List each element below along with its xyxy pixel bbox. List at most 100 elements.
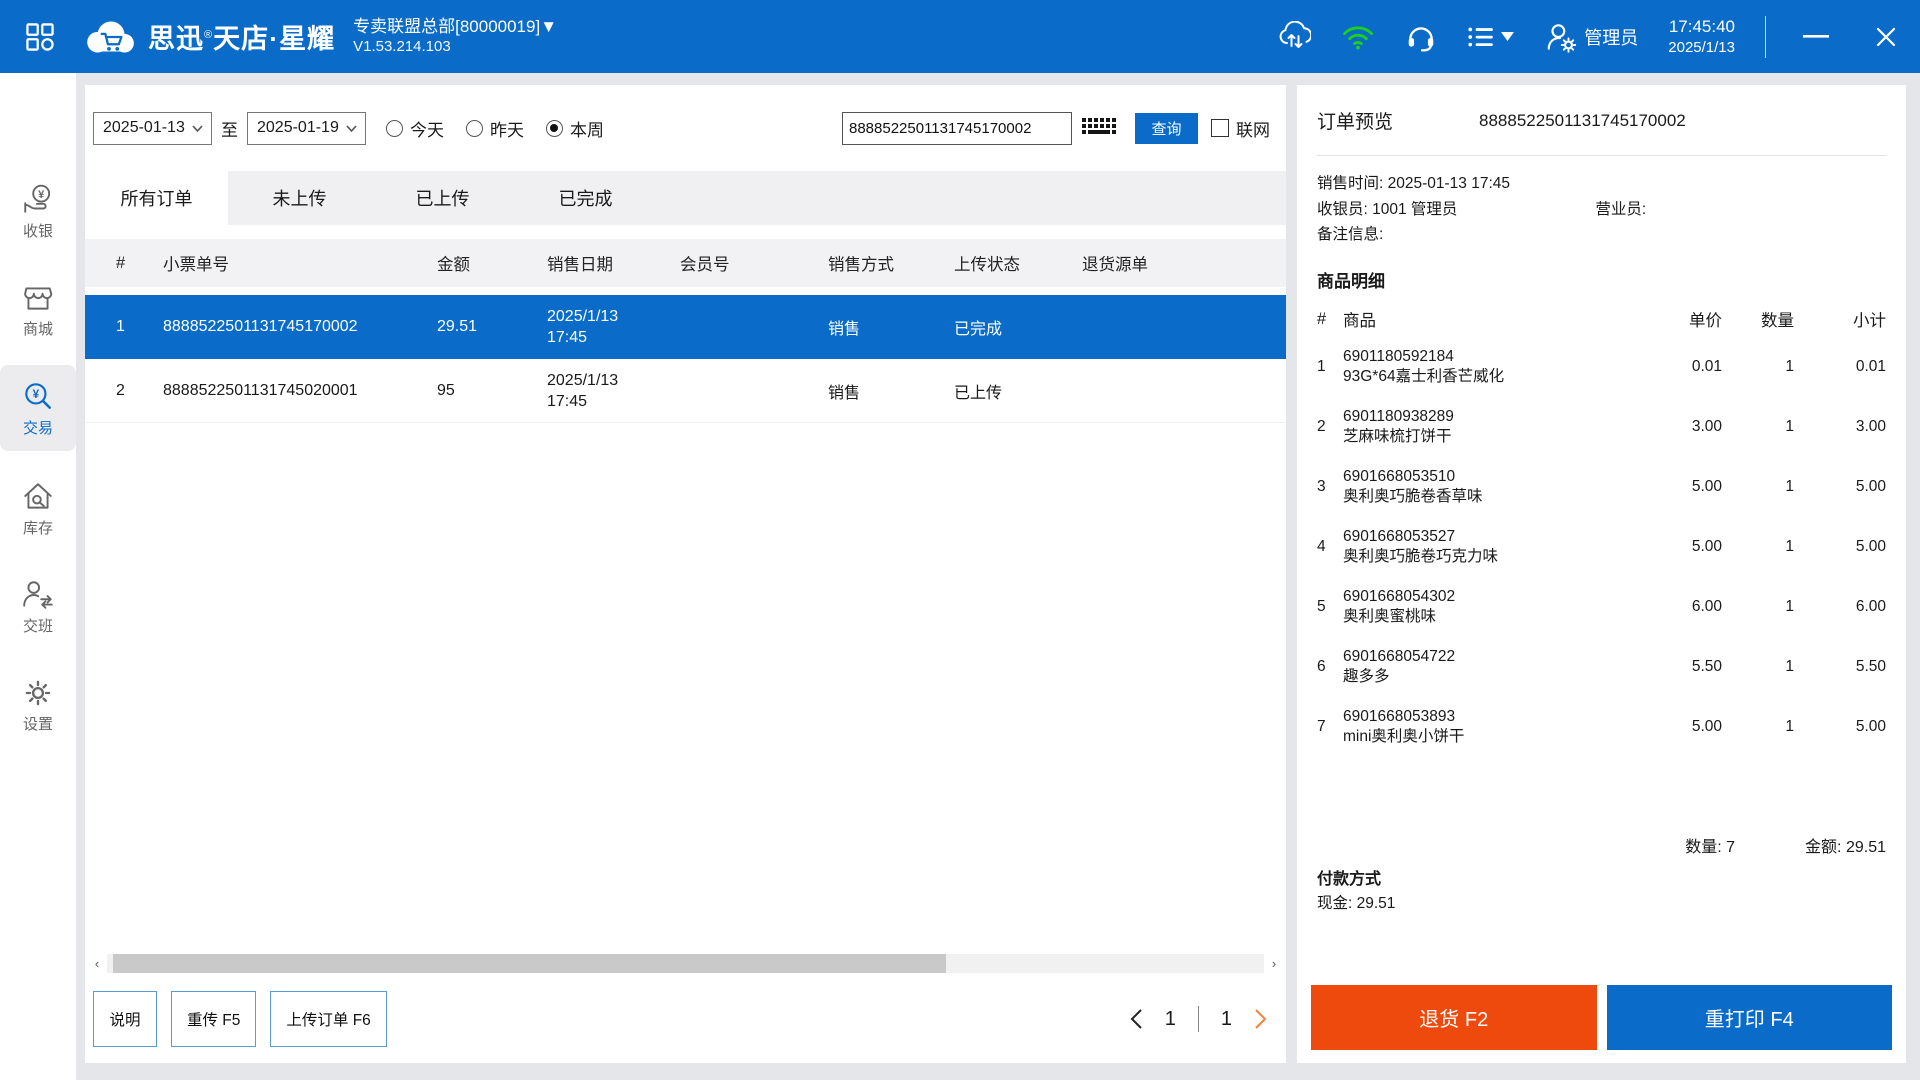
order-row[interactable]: 2 8888522501131745020001 95 2025/1/13 17:… <box>85 359 1286 423</box>
current-user[interactable]: 管理员 <box>1544 21 1638 53</box>
order-amount: 29.51 <box>437 317 478 335</box>
help-button[interactable]: 说明 <box>93 991 157 1047</box>
item-price: 5.00 <box>1691 478 1722 495</box>
scrollbar-track[interactable] <box>107 953 1264 973</box>
current-page: 1 <box>1164 1007 1176 1030</box>
refund-button[interactable]: 退货 F2 <box>1311 985 1597 1050</box>
tab-completed[interactable]: 已完成 <box>514 171 657 225</box>
date-from-select[interactable]: 2025-01-13 <box>93 111 212 145</box>
wifi-status-icon[interactable] <box>1341 23 1375 51</box>
date-to-select[interactable]: 2025-01-19 <box>247 111 366 145</box>
sale-time: 2025-01-13 17:45 <box>1387 175 1511 192</box>
inventory-icon <box>24 483 52 509</box>
item-name: 芝麻味梳打饼干 <box>1343 428 1452 445</box>
brand-cloud-cart-logo <box>82 16 138 58</box>
scroll-left-arrow[interactable]: ‹ <box>91 956 103 971</box>
item-row: 2 6901180938289 芝麻味梳打饼干 3.00 1 3.00 <box>1317 408 1886 445</box>
payment-title: 付款方式 <box>1317 871 1382 888</box>
order-row[interactable]: 1 8888522501131745170002 29.51 2025/1/13… <box>85 295 1286 359</box>
scrollbar-thumb[interactable] <box>112 953 946 973</box>
sidebar-item-mall[interactable]: 商城 <box>0 266 76 352</box>
order-amount: 95 <box>437 381 455 399</box>
checkbox-icon <box>1211 119 1229 137</box>
time-text: 17:45:40 <box>1668 16 1735 36</box>
item-qty: 1 <box>1785 538 1794 555</box>
item-subtotal: 5.00 <box>1855 538 1886 555</box>
order-status-tabs: 所有订单 未上传 已上传 已完成 <box>85 171 1286 225</box>
item-barcode: 6901180938289 <box>1343 408 1454 425</box>
item-row: 4 6901668053527 奥利奥巧脆卷巧克力味 5.00 1 5.00 <box>1317 528 1886 565</box>
item-row: 6 6901668054722 趣多多 5.50 1 5.50 <box>1317 648 1886 685</box>
items-table-header: # 商品 单价 数量 小计 <box>1317 309 1886 331</box>
sidebar-item-backoffice[interactable]: 后台 <box>0 1061 76 1080</box>
orders-panel: 2025-01-13 至 2025-01-19 今天 昨天 本周 查询 联网 所… <box>85 85 1286 1063</box>
tab-uploaded[interactable]: 已上传 <box>371 171 514 225</box>
item-barcode: 6901668054302 <box>1343 588 1456 605</box>
receipt-search-input[interactable] <box>842 111 1072 145</box>
sidebar-item-cashier[interactable]: ¥ 收银 <box>0 168 76 254</box>
online-checkbox[interactable]: 联网 <box>1211 116 1270 141</box>
items-totals: 数量: 7 金额: 29.51 <box>1685 839 1886 856</box>
topbar-divider <box>1765 15 1766 58</box>
tab-all-orders[interactable]: 所有订单 <box>85 171 228 225</box>
prev-page-icon[interactable] <box>1129 1008 1143 1030</box>
sidebar-item-shift[interactable]: 交班 <box>0 563 76 649</box>
horizontal-scrollbar: ‹ › <box>91 952 1280 974</box>
item-qty: 1 <box>1785 718 1794 735</box>
items-detail-title: 商品明细 <box>1317 272 1385 291</box>
item-price: 5.50 <box>1691 658 1722 675</box>
radio-this-week[interactable]: 本周 <box>546 116 604 141</box>
preview-order-number: 8888522501131745170002 <box>1479 110 1686 130</box>
headset-support-icon[interactable] <box>1405 22 1437 52</box>
mall-icon <box>24 287 53 310</box>
menu-caret-icon <box>1501 32 1515 41</box>
store-selector[interactable]: 专卖联盟总部[80000019]▼ V1.53.214.103 <box>353 17 557 57</box>
item-qty: 1 <box>1785 598 1794 615</box>
query-button[interactable]: 查询 <box>1135 112 1198 144</box>
close-button[interactable] <box>1866 12 1906 62</box>
item-barcode: 6901180592184 <box>1343 348 1454 365</box>
item-qty: 1 <box>1785 358 1794 375</box>
item-price: 5.00 <box>1691 538 1722 555</box>
virtual-keyboard-icon[interactable] <box>1081 115 1118 141</box>
radio-today[interactable]: 今天 <box>386 116 444 141</box>
radio-yesterday[interactable]: 昨天 <box>466 116 524 141</box>
total-qty: 7 <box>1726 839 1736 856</box>
user-gear-icon <box>1547 23 1577 53</box>
item-name: 奥利奥巧脆卷巧克力味 <box>1343 548 1499 565</box>
reprint-button[interactable]: 重打印 F4 <box>1606 985 1892 1050</box>
item-row: 3 6901668053510 奥利奥巧脆卷香草味 5.00 1 5.00 <box>1317 468 1886 505</box>
settings-gear-icon <box>25 680 51 706</box>
item-name: 93G*64嘉士利香芒威化 <box>1343 368 1505 385</box>
item-row: 5 6901668054302 奥利奥蜜桃味 6.00 1 6.00 <box>1317 588 1886 625</box>
receipt-number: 8888522501131745170002 <box>163 317 358 335</box>
clock: 17:45:40 2025/1/13 <box>1668 16 1735 58</box>
scroll-right-arrow[interactable]: › <box>1268 956 1280 971</box>
item-barcode: 6901668053510 <box>1343 468 1456 485</box>
upload-orders-button[interactable]: 上传订单 F6 <box>270 991 387 1047</box>
apps-grid-icon[interactable] <box>24 21 56 53</box>
retransmit-button[interactable]: 重传 F5 <box>171 991 257 1047</box>
cloud-sync-icon[interactable] <box>1277 20 1312 53</box>
menu-list-icon[interactable] <box>1467 25 1515 49</box>
sidebar-item-settings[interactable]: 设置 <box>0 661 76 747</box>
item-subtotal: 5.00 <box>1855 718 1886 735</box>
payment-line: 现金: 29.51 <box>1317 895 1396 912</box>
chevron-down-icon <box>192 124 203 132</box>
cashier-name: 1001 管理员 <box>1372 200 1458 218</box>
sidebar-item-inventory[interactable]: 库存 <box>0 465 76 551</box>
item-row: 7 6901668053893 mini奥利奥小饼干 5.00 1 5.00 <box>1317 708 1886 745</box>
next-page-icon[interactable] <box>1254 1008 1268 1030</box>
item-name: 奥利奥巧脆卷香草味 <box>1343 488 1483 505</box>
total-amount: 29.51 <box>1845 839 1886 856</box>
item-barcode: 6901668053893 <box>1343 708 1456 725</box>
user-name: 管理员 <box>1584 27 1639 48</box>
date-range-to-label: 至 <box>221 120 238 140</box>
sidebar-item-transactions[interactable]: ¥ 交易 <box>0 365 76 451</box>
tab-not-uploaded[interactable]: 未上传 <box>228 171 371 225</box>
svg-text:¥: ¥ <box>33 388 40 401</box>
preview-title: 订单预览 <box>1317 112 1394 133</box>
item-price: 6.00 <box>1691 598 1722 615</box>
minimize-button[interactable] <box>1796 12 1836 62</box>
item-subtotal: 5.50 <box>1855 658 1886 675</box>
